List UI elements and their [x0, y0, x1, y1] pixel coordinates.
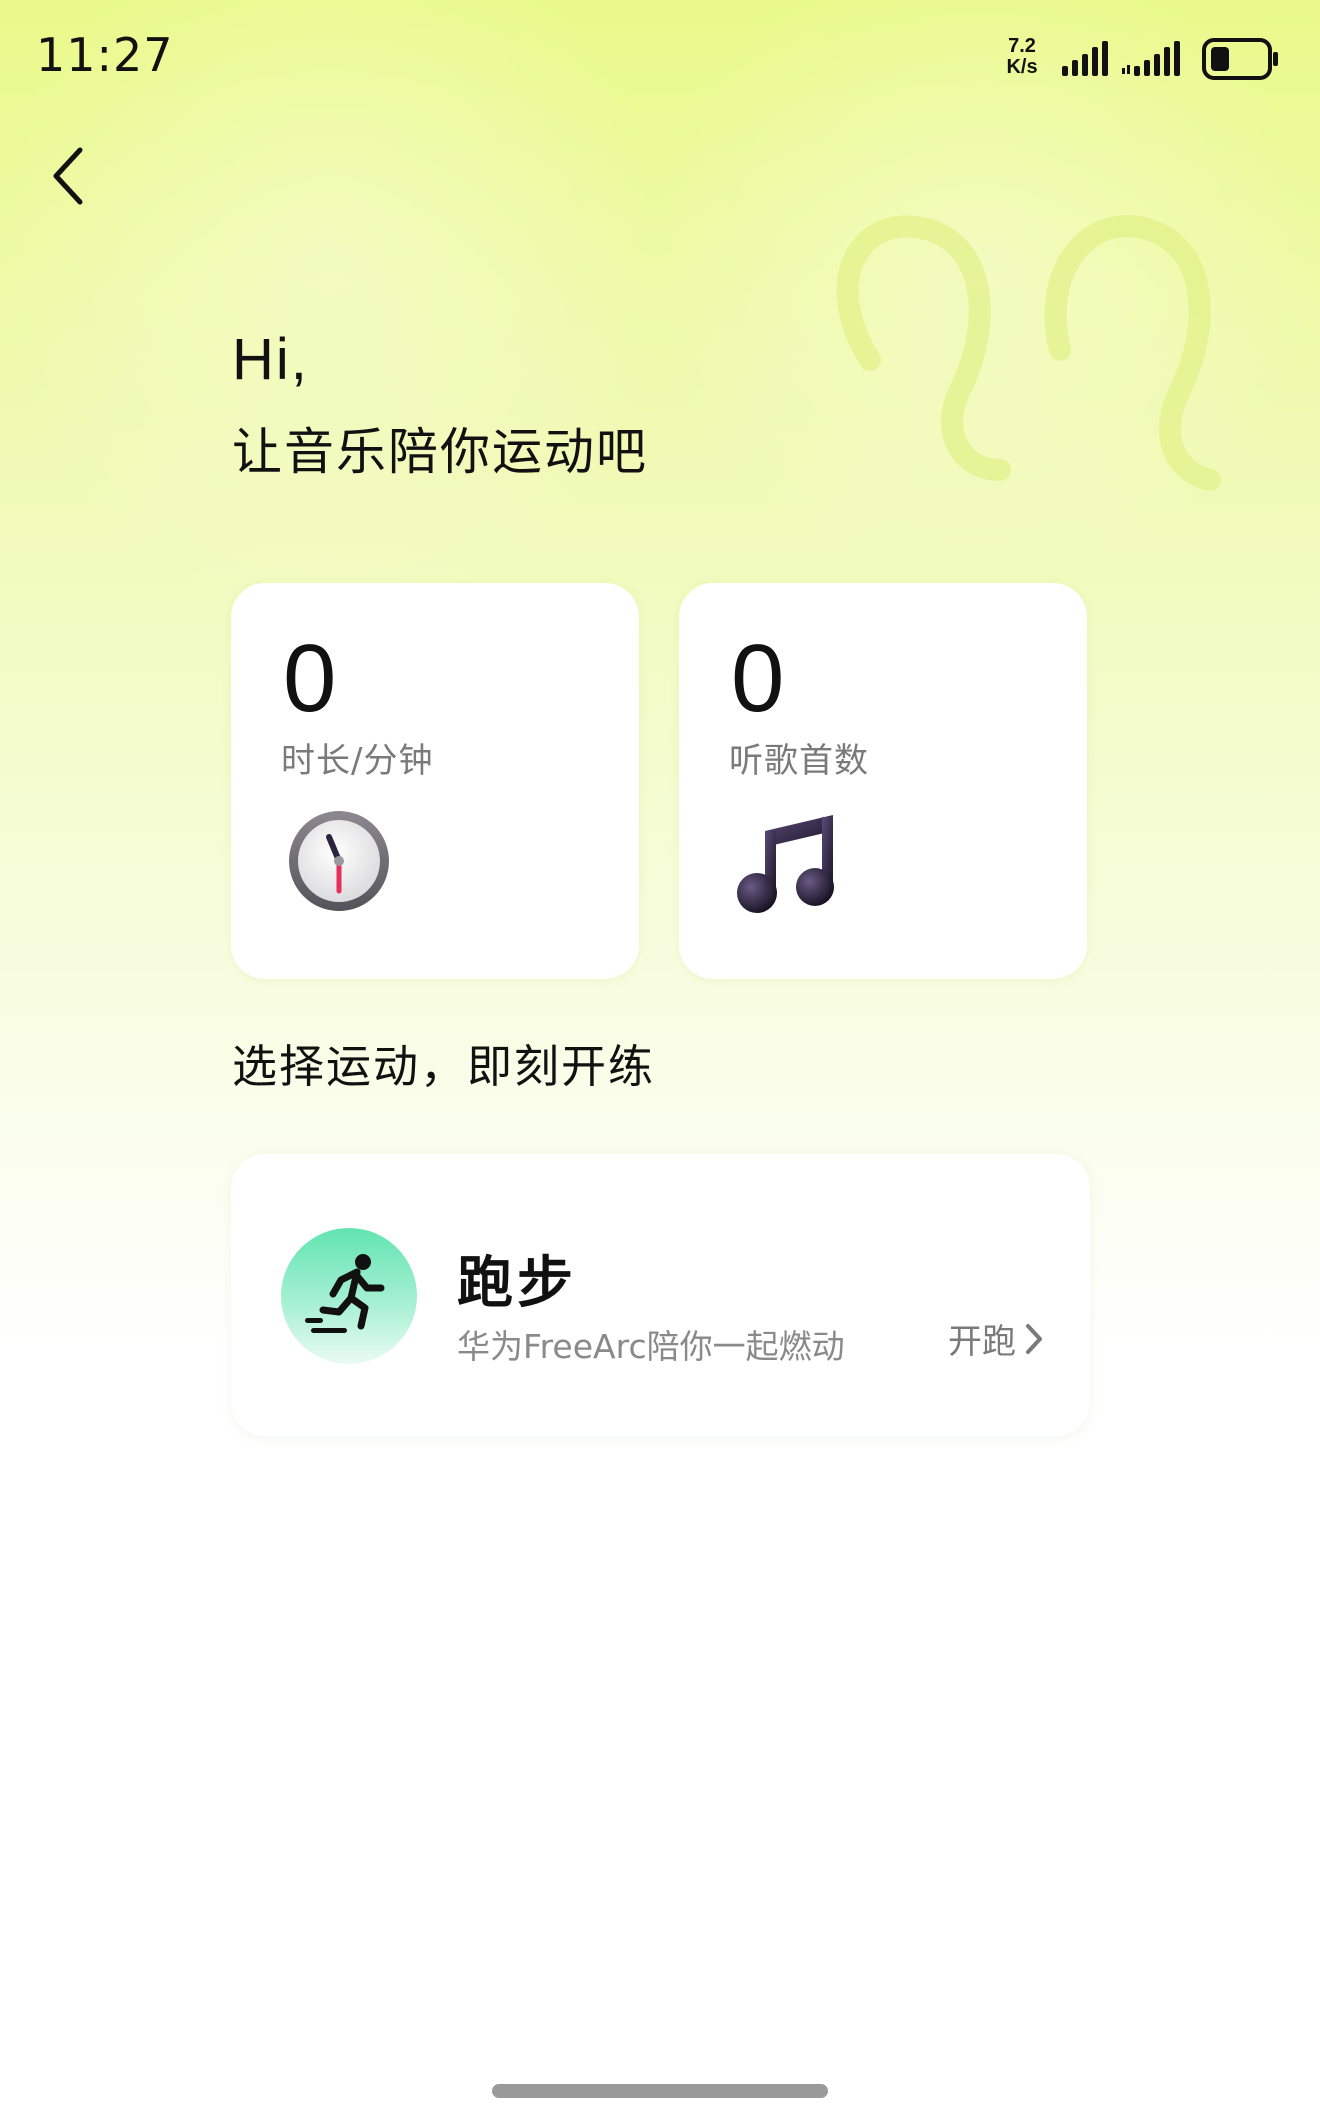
running-card[interactable]: 跑步 华为FreeArc陪你一起燃动 开跑	[231, 1154, 1090, 1436]
running-avatar	[281, 1228, 417, 1364]
network-speed-unit: K/s	[1006, 56, 1038, 78]
duration-value: 0	[283, 625, 337, 732]
running-person-icon	[305, 1254, 385, 1333]
home-indicator[interactable]	[492, 2084, 828, 2098]
clock-icon	[289, 811, 389, 911]
signal-icon	[1122, 41, 1180, 76]
start-run-button[interactable]: 开跑	[948, 1314, 1044, 1363]
status-bar: 11:27 7.2 K/s	[0, 0, 1320, 110]
status-time: 11:27	[36, 28, 174, 82]
greeting-subtitle: 让音乐陪你运动吧	[232, 423, 648, 481]
chevron-left-icon	[53, 147, 83, 205]
songs-label: 听歌首数	[729, 741, 869, 781]
signal-icon	[1062, 41, 1108, 76]
battery-icon	[1202, 38, 1278, 80]
greeting-hi: Hi,	[232, 327, 309, 392]
music-note-icon	[737, 815, 834, 913]
running-subtitle: 华为FreeArc陪你一起燃动	[457, 1327, 845, 1366]
back-button[interactable]	[40, 140, 96, 212]
duration-label: 时长/分钟	[281, 741, 434, 781]
section-title: 选择运动，即刻开练	[232, 1040, 656, 1093]
start-run-label: 开跑	[948, 1322, 1016, 1362]
network-speed-value: 7.2	[1008, 35, 1036, 57]
network-speed: 7.2 K/s	[1000, 36, 1044, 78]
songs-stat-card: 0 听歌首数	[679, 583, 1087, 979]
running-title: 跑步	[457, 1251, 577, 1316]
duration-stat-card: 0 时长/分钟	[231, 583, 639, 979]
songs-value: 0	[731, 625, 785, 732]
chevron-right-icon	[1026, 1323, 1042, 1354]
